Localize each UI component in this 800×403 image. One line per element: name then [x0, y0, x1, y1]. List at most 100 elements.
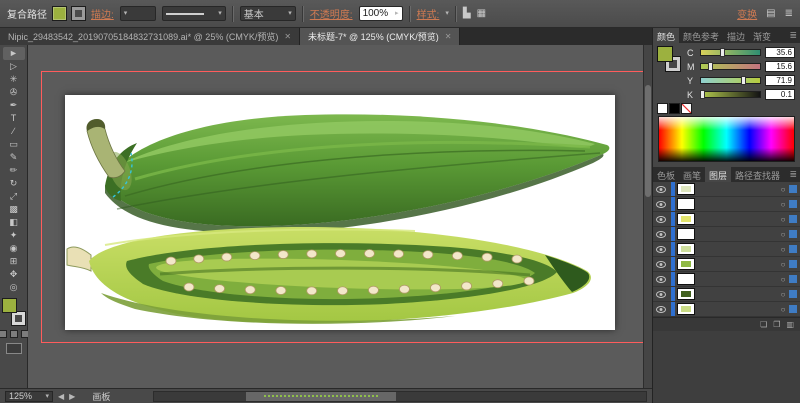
- white-swatch[interactable]: [657, 103, 668, 114]
- channel-value-field[interactable]: 0.1: [765, 89, 795, 100]
- layer-row[interactable]: ○: [653, 272, 800, 287]
- fill-color-control[interactable]: [52, 6, 67, 21]
- channel-slider[interactable]: [700, 62, 761, 71]
- target-circle-icon[interactable]: ○: [777, 260, 789, 269]
- slider-thumb[interactable]: [741, 76, 747, 85]
- panel-tab[interactable]: 色板: [653, 167, 679, 182]
- screen-mode-button[interactable]: [5, 343, 22, 354]
- direct-selection-tool[interactable]: ▷: [3, 60, 25, 73]
- document-tab[interactable]: Nipic_29483542_20190705184832731089.ai* …: [0, 28, 301, 45]
- none-swatch[interactable]: [681, 103, 692, 114]
- layer-row[interactable]: ○: [653, 212, 800, 227]
- target-circle-icon[interactable]: ○: [777, 245, 789, 254]
- panel-tab[interactable]: 颜色参考: [679, 28, 723, 43]
- magic-wand-tool[interactable]: ✳: [3, 73, 25, 86]
- black-swatch[interactable]: [669, 103, 680, 114]
- hand-tool[interactable]: ✥: [3, 268, 25, 281]
- visibility-toggle[interactable]: [653, 200, 669, 208]
- visibility-toggle[interactable]: [653, 215, 669, 223]
- workspace-icon[interactable]: ▤: [766, 8, 775, 19]
- target-circle-icon[interactable]: ○: [777, 185, 789, 194]
- color-mode-button[interactable]: [0, 330, 7, 338]
- slider-thumb[interactable]: [708, 62, 714, 71]
- target-circle-icon[interactable]: ○: [777, 275, 789, 284]
- next-artboard-button[interactable]: ▶: [69, 392, 75, 401]
- artboard[interactable]: [65, 95, 615, 330]
- rectangle-tool[interactable]: ▭: [3, 138, 25, 151]
- selection-tool[interactable]: ►: [2, 47, 25, 60]
- visibility-toggle[interactable]: [653, 260, 669, 268]
- panel-tab[interactable]: 路径查找器: [731, 167, 784, 182]
- brush-definition-dropdown[interactable]: 基本 ▾: [239, 6, 296, 21]
- panel-menu-icon[interactable]: ≣: [786, 28, 800, 43]
- fill-swatch[interactable]: [1, 298, 17, 313]
- line-tool[interactable]: ∕: [3, 125, 25, 138]
- vertical-scrollbar[interactable]: [643, 45, 652, 388]
- stroke-panel-link[interactable]: 描边:: [91, 6, 114, 21]
- layer-row[interactable]: ○: [653, 182, 800, 197]
- style-link[interactable]: 样式:: [417, 6, 440, 21]
- opacity-field[interactable]: 100% ▸: [358, 6, 403, 21]
- panel-tab[interactable]: 颜色: [653, 28, 680, 43]
- lasso-tool[interactable]: ✇: [3, 86, 25, 99]
- visibility-toggle[interactable]: [653, 275, 669, 283]
- tab-close-icon[interactable]: ✕: [284, 32, 291, 41]
- paintbrush-tool[interactable]: ✎: [3, 151, 25, 164]
- blend-tool[interactable]: ◉: [3, 242, 25, 255]
- panel-tab[interactable]: 画笔: [679, 167, 705, 182]
- stroke-color-control[interactable]: [71, 6, 86, 21]
- layer-row[interactable]: ○: [653, 287, 800, 302]
- stroke-weight-dropdown[interactable]: ▾: [119, 6, 156, 21]
- panel-menu-icon[interactable]: ≣: [786, 167, 800, 182]
- horizontal-scrollbar-thumb[interactable]: [246, 391, 397, 401]
- target-circle-icon[interactable]: ○: [777, 290, 789, 299]
- align-icon[interactable]: ▙: [463, 8, 471, 19]
- width-profile-dropdown[interactable]: ▾: [161, 6, 226, 21]
- channel-slider[interactable]: [700, 90, 761, 99]
- slider-thumb[interactable]: [700, 90, 706, 99]
- layers-footer-icon[interactable]: ❏: [760, 320, 767, 329]
- channel-value-field[interactable]: 15.6: [765, 61, 795, 72]
- channel-value-field[interactable]: 71.9: [765, 75, 795, 86]
- document-tab[interactable]: 未标题-7* @ 125% (CMYK/预览) ✕: [300, 28, 461, 45]
- visibility-toggle[interactable]: [653, 305, 669, 313]
- type-tool[interactable]: T: [3, 112, 25, 125]
- canvas-area[interactable]: [28, 45, 652, 388]
- layer-row[interactable]: ○: [653, 227, 800, 242]
- transform-grid-icon[interactable]: ▦: [477, 8, 486, 19]
- vertical-scrollbar-thumb[interactable]: [645, 85, 651, 197]
- panel-tab[interactable]: 描边: [723, 28, 749, 43]
- visibility-toggle[interactable]: [653, 230, 669, 238]
- panel-tab[interactable]: 渐变: [749, 28, 775, 43]
- zoom-level-dropdown[interactable]: 125% ▾: [5, 390, 53, 402]
- layers-footer-icon[interactable]: ▥: [786, 320, 794, 329]
- tab-close-icon[interactable]: ✕: [445, 32, 452, 41]
- channel-value-field[interactable]: 35.6: [765, 47, 795, 58]
- opacity-link[interactable]: 不透明度:: [310, 6, 353, 21]
- artboard-tool[interactable]: ⊞: [3, 255, 25, 268]
- menu-icon[interactable]: ≣: [785, 8, 793, 19]
- channel-slider[interactable]: [700, 76, 761, 85]
- layer-row[interactable]: ○: [653, 197, 800, 212]
- layer-row[interactable]: ○: [653, 257, 800, 272]
- gradient-mode-button[interactable]: [9, 330, 18, 338]
- target-circle-icon[interactable]: ○: [777, 230, 789, 239]
- horizontal-scrollbar[interactable]: [153, 390, 647, 402]
- visibility-toggle[interactable]: [653, 245, 669, 253]
- slider-thumb[interactable]: [720, 48, 725, 57]
- channel-slider[interactable]: [700, 48, 761, 57]
- layer-row[interactable]: ○: [653, 242, 800, 257]
- visibility-toggle[interactable]: [653, 185, 669, 193]
- stroke-swatch[interactable]: [10, 311, 26, 326]
- panel-tab[interactable]: 图层: [705, 167, 732, 182]
- target-circle-icon[interactable]: ○: [777, 305, 789, 314]
- target-circle-icon[interactable]: ○: [777, 200, 789, 209]
- pencil-tool[interactable]: ✏: [3, 164, 25, 177]
- transform-link[interactable]: 变换: [737, 6, 757, 21]
- scale-tool[interactable]: ⤢: [3, 190, 25, 203]
- mesh-tool[interactable]: ▩: [3, 203, 25, 216]
- zoom-tool[interactable]: ◎: [3, 281, 25, 294]
- prev-artboard-button[interactable]: ◀: [58, 392, 64, 401]
- gradient-tool[interactable]: ◧: [3, 216, 25, 229]
- target-circle-icon[interactable]: ○: [777, 215, 789, 224]
